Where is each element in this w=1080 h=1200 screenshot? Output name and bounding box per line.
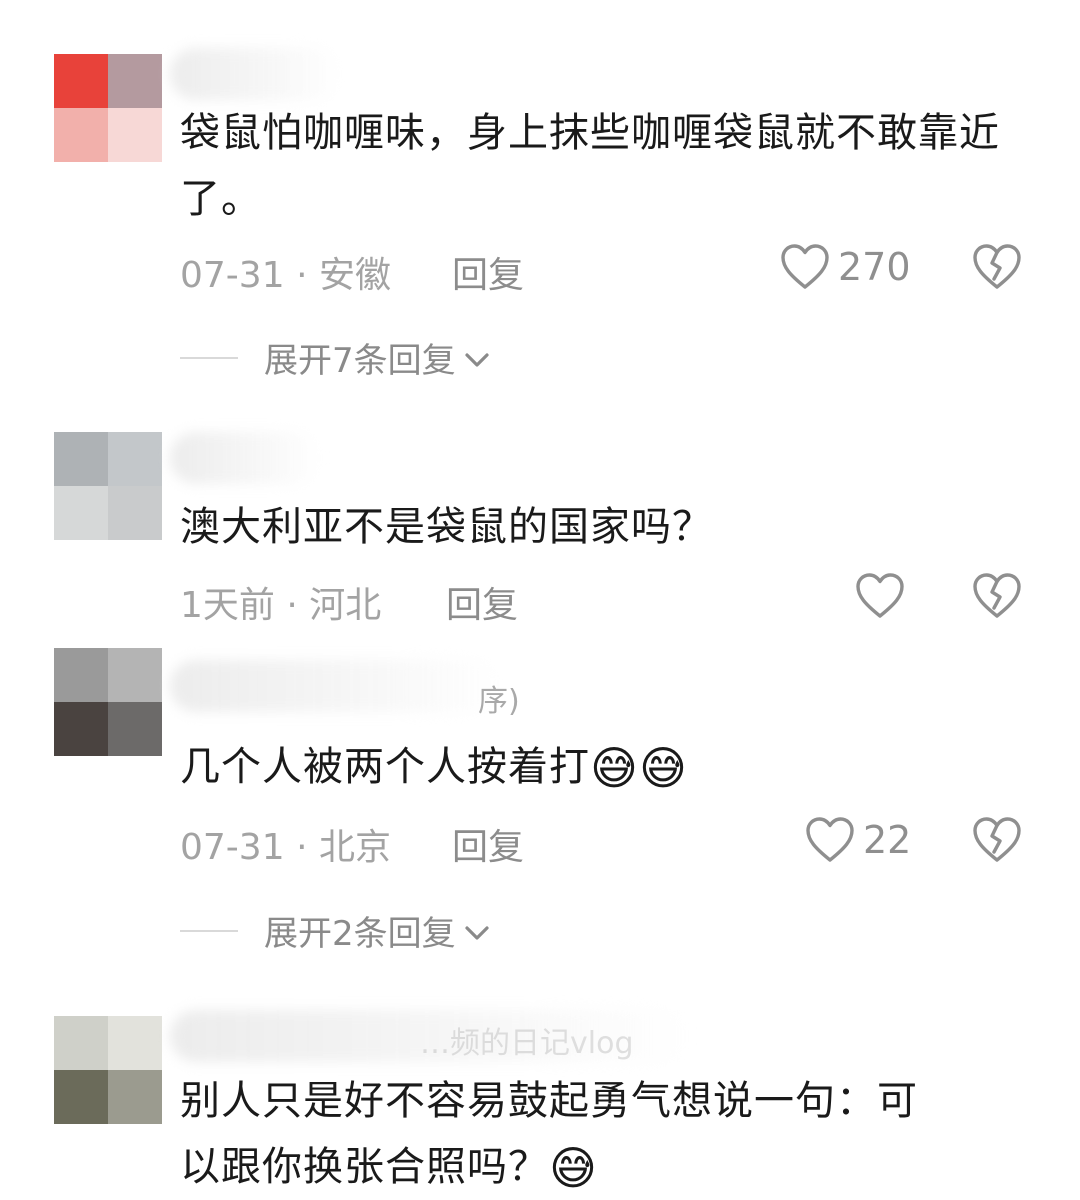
avatar[interactable] bbox=[54, 432, 162, 540]
meta-separator: · bbox=[296, 255, 319, 296]
chevron-down-icon bbox=[464, 911, 490, 951]
comment-text: 袋鼠怕咖喱味，身上抹些咖喱袋鼠就不敢靠近了。 bbox=[180, 110, 1000, 222]
heart-outline-icon bbox=[780, 243, 830, 291]
like-button[interactable]: 22 bbox=[805, 816, 911, 864]
sweat-grin-emoji: 😅 bbox=[549, 1141, 598, 1195]
expand-replies-button[interactable]: 展开7条回复 bbox=[180, 333, 490, 382]
comment-meta: 07-31 · 北京 bbox=[180, 818, 391, 870]
expand-divider bbox=[180, 356, 238, 359]
expand-divider bbox=[180, 929, 238, 932]
username-tail[interactable]: 序) bbox=[478, 676, 520, 720]
avatar[interactable] bbox=[54, 1016, 162, 1124]
like-count: 270 bbox=[838, 245, 911, 289]
reply-button[interactable]: 回复 bbox=[446, 576, 518, 628]
broken-heart-icon bbox=[972, 572, 1022, 620]
dislike-button[interactable] bbox=[972, 816, 1022, 864]
comment-time: 1天前 bbox=[180, 585, 275, 626]
comment-text-line: 以跟你换张合照吗？😅 bbox=[180, 1134, 1000, 1200]
username-blurred[interactable] bbox=[170, 660, 500, 712]
sweat-grin-emoji: 😅 bbox=[590, 741, 639, 795]
comment-text: 别人只是好不容易鼓起勇气想说一句：可 以跟你换张合照吗？😅 bbox=[180, 1068, 1000, 1200]
heart-outline-icon bbox=[855, 572, 905, 620]
sweat-grin-emoji: 😅 bbox=[638, 741, 688, 795]
like-button[interactable] bbox=[855, 572, 905, 620]
comment-text-body: 几个人被两个人按着打 bbox=[180, 744, 590, 790]
expand-label: 展开7条回复 bbox=[264, 341, 456, 381]
like-button[interactable]: 270 bbox=[780, 243, 911, 291]
username-tail[interactable]: …频的日记vlog bbox=[420, 1018, 634, 1062]
comment-meta: 07-31 · 安徽 bbox=[180, 246, 391, 298]
reply-button[interactable]: 回复 bbox=[452, 246, 524, 298]
like-count: 22 bbox=[863, 818, 912, 862]
reply-button[interactable]: 回复 bbox=[452, 818, 524, 870]
avatar[interactable] bbox=[54, 648, 162, 756]
comment-text: 澳大利亚不是袋鼠的国家吗？ bbox=[180, 504, 713, 550]
username-blurred[interactable] bbox=[170, 432, 320, 484]
heart-outline-icon bbox=[805, 816, 855, 864]
avatar[interactable] bbox=[54, 54, 162, 162]
comment-location: 安徽 bbox=[318, 255, 391, 296]
comment-location: 北京 bbox=[318, 827, 391, 868]
meta-separator: · bbox=[286, 585, 310, 626]
expand-label: 展开2条回复 bbox=[264, 914, 456, 954]
comment-text: 几个人被两个人按着打😅😅 bbox=[180, 734, 1000, 800]
broken-heart-icon bbox=[972, 816, 1022, 864]
chevron-down-icon bbox=[464, 338, 490, 378]
comment-text-line: 别人只是好不容易鼓起勇气想说一句：可 bbox=[180, 1078, 918, 1124]
comment-meta: 1天前 · 河北 bbox=[180, 576, 381, 628]
comment-text-line-2: 以跟你换张合照吗？ bbox=[180, 1144, 549, 1190]
expand-replies-button[interactable]: 展开2条回复 bbox=[180, 906, 490, 955]
comment-location: 河北 bbox=[309, 585, 382, 626]
broken-heart-icon bbox=[972, 243, 1022, 291]
username-blurred[interactable] bbox=[170, 48, 340, 100]
comment-time: 07-31 bbox=[180, 255, 285, 296]
dislike-button[interactable] bbox=[972, 572, 1022, 620]
comment-time: 07-31 bbox=[180, 827, 285, 868]
dislike-button[interactable] bbox=[972, 243, 1022, 291]
meta-separator: · bbox=[296, 827, 319, 868]
